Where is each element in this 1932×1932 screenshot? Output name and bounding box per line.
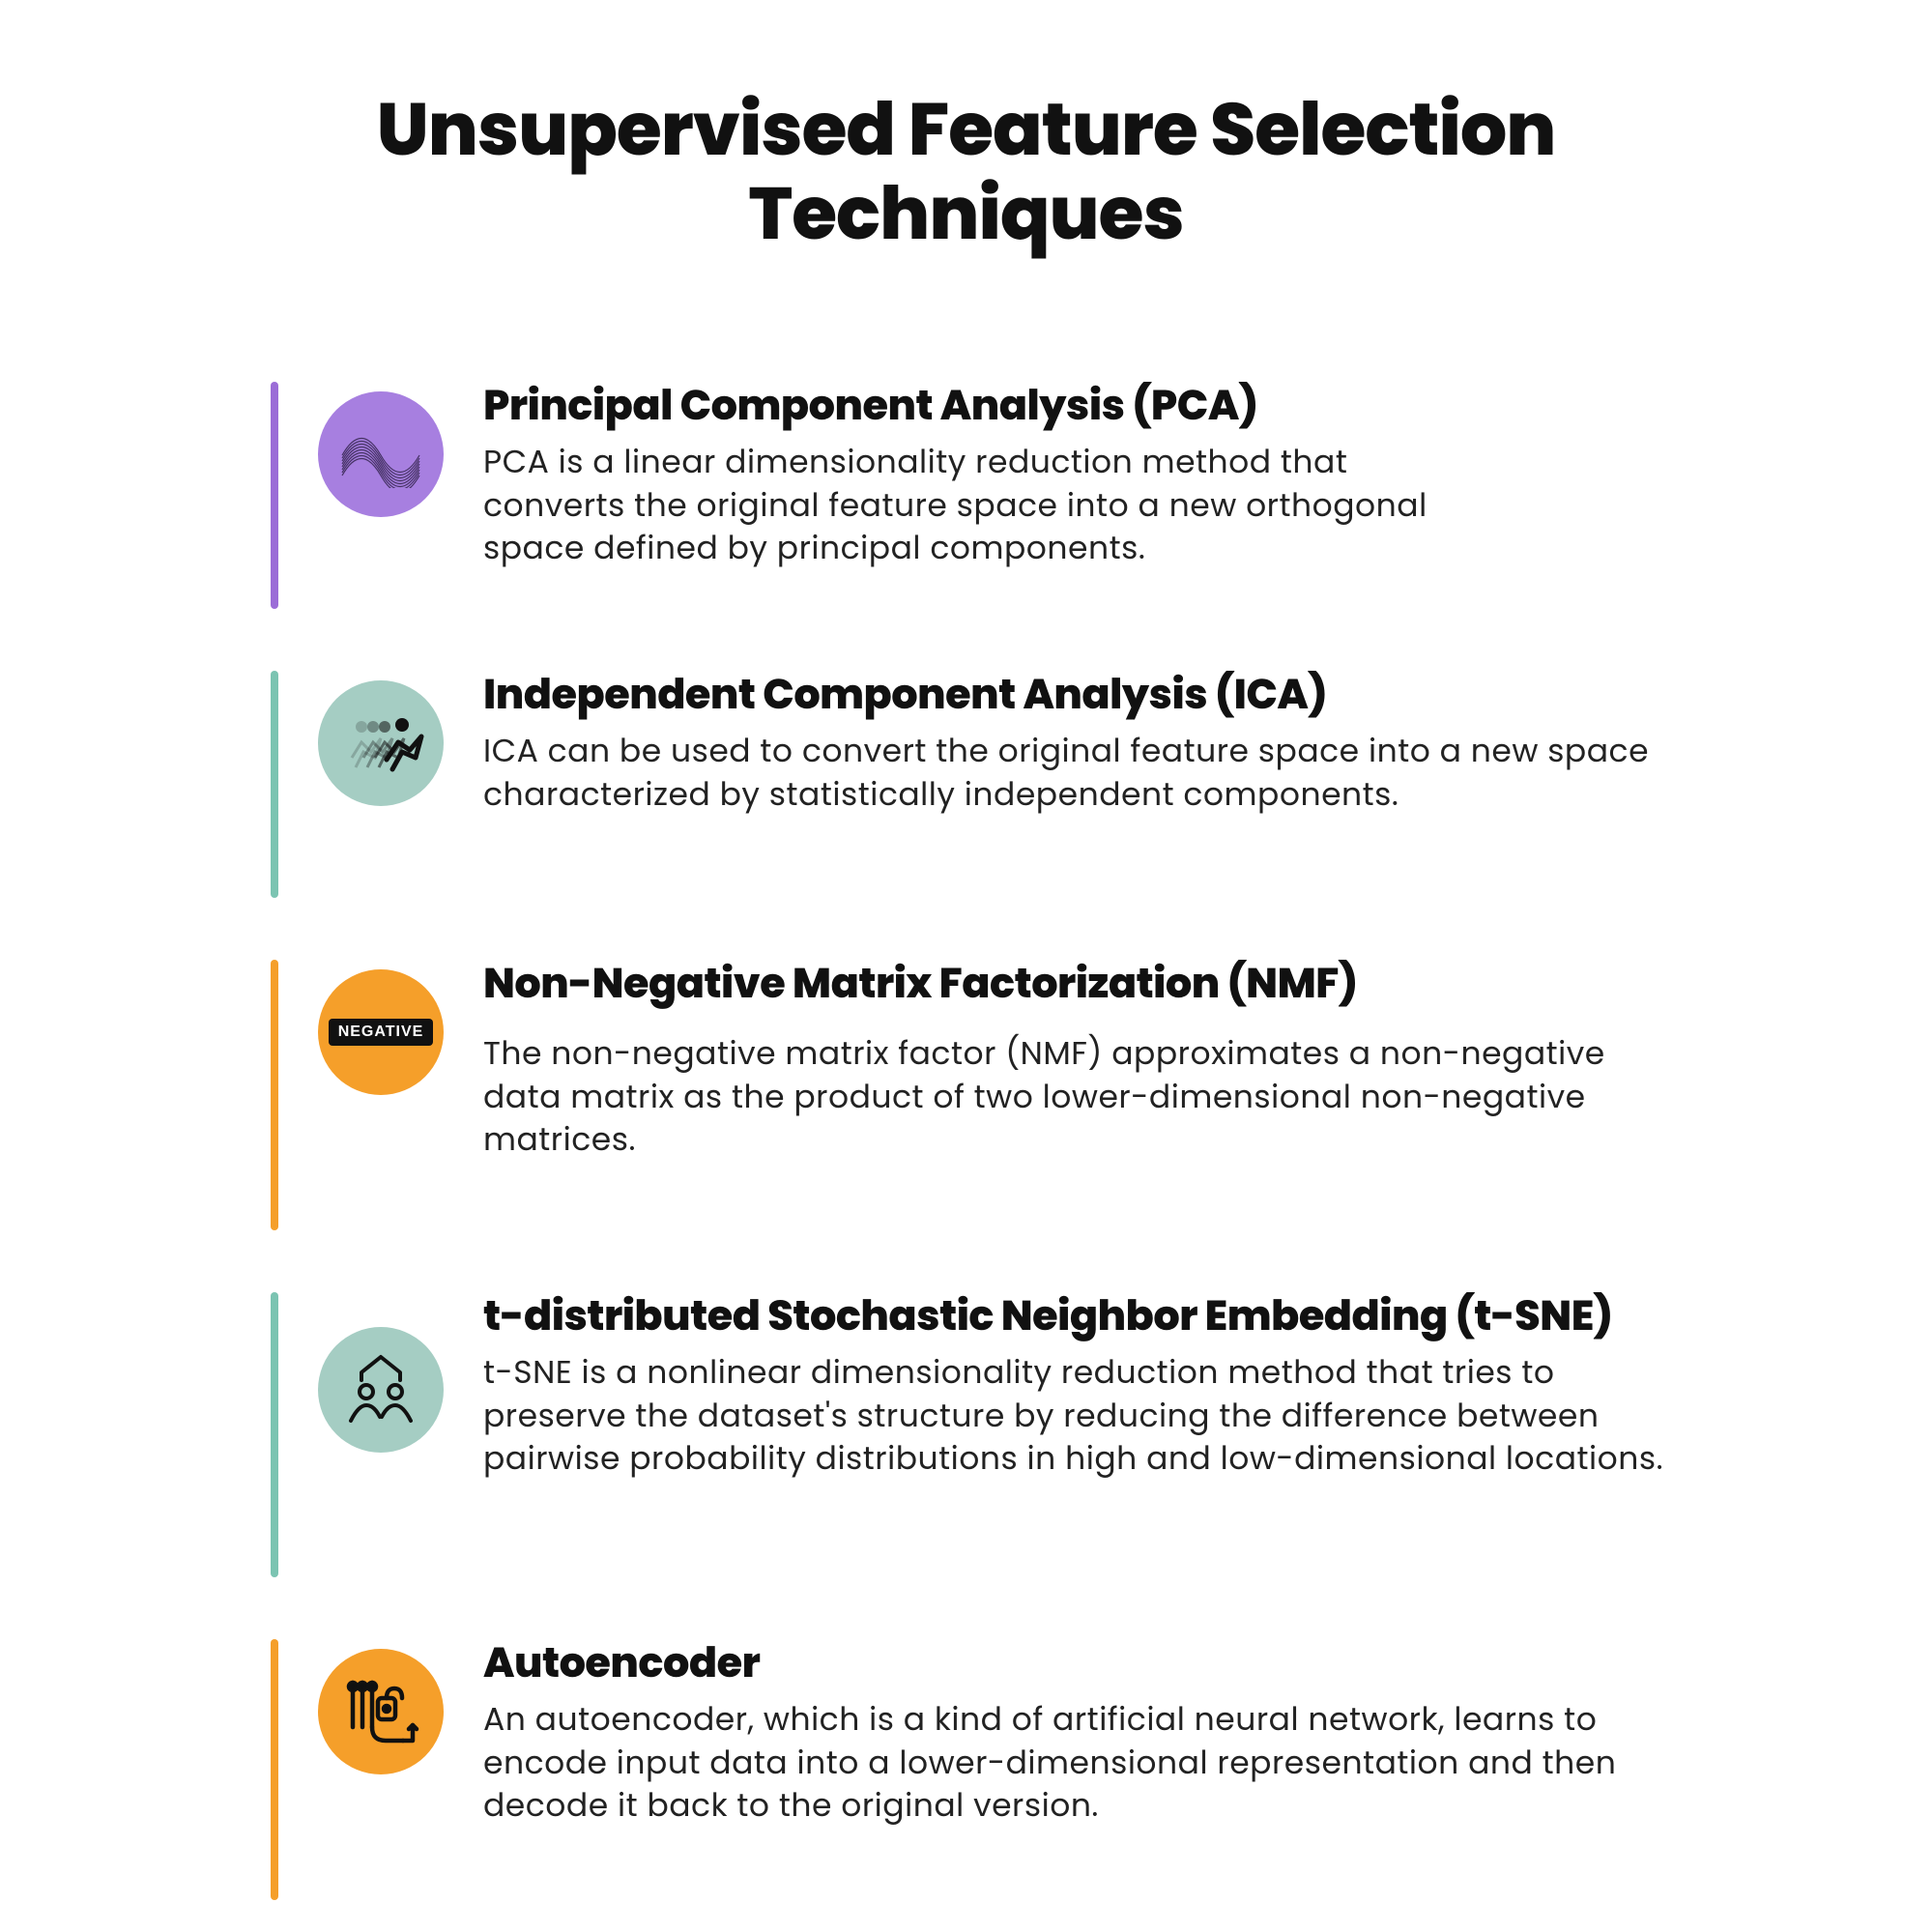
item-heading: Autoencoder xyxy=(483,1639,1691,1689)
icon-wrap xyxy=(313,1292,448,1453)
item-description: PCA is a linear dimensionality reduction… xyxy=(483,441,1469,570)
item-description: ICA can be used to convert the original … xyxy=(483,730,1691,816)
icon-wrap xyxy=(313,671,448,806)
list-item: Autoencoder An autoencoder, which is a k… xyxy=(271,1639,1758,1900)
technique-list: Principal Component Analysis (PCA) PCA i… xyxy=(271,382,1758,1900)
wave-icon xyxy=(318,391,444,517)
item-text: t-distributed Stochastic Neighbor Embedd… xyxy=(483,1292,1691,1481)
negative-badge-icon: NEGATIVE xyxy=(318,969,444,1095)
accent-bar xyxy=(271,671,278,898)
item-description: An autoencoder, which is a kind of artif… xyxy=(483,1698,1691,1828)
accent-bar xyxy=(271,1639,278,1900)
item-heading: Principal Component Analysis (PCA) xyxy=(483,382,1691,432)
list-item: NEGATIVE Non-Negative Matrix Factorizati… xyxy=(271,960,1758,1230)
item-heading: Independent Component Analysis (ICA) xyxy=(483,671,1691,721)
icon-wrap xyxy=(313,1639,448,1774)
item-text: Autoencoder An autoencoder, which is a k… xyxy=(483,1639,1691,1828)
item-description: The non-negative matrix factor (NMF) app… xyxy=(483,1032,1691,1162)
icon-wrap: NEGATIVE xyxy=(313,960,448,1095)
runner-icon xyxy=(318,680,444,806)
icon-wrap xyxy=(313,382,448,517)
list-item: t-distributed Stochastic Neighbor Embedd… xyxy=(271,1292,1758,1577)
accent-bar xyxy=(271,1292,278,1577)
negative-badge-label: NEGATIVE xyxy=(329,1019,434,1046)
item-description: t-SNE is a nonlinear dimensionality redu… xyxy=(483,1351,1691,1481)
autoencoder-icon xyxy=(318,1649,444,1774)
item-text: Principal Component Analysis (PCA) PCA i… xyxy=(483,382,1691,570)
neighbors-icon xyxy=(318,1327,444,1453)
accent-bar xyxy=(271,382,278,609)
accent-bar xyxy=(271,960,278,1230)
list-item: Independent Component Analysis (ICA) ICA… xyxy=(271,671,1758,898)
item-text: Independent Component Analysis (ICA) ICA… xyxy=(483,671,1691,817)
item-text: Non-Negative Matrix Factorization (NMF) … xyxy=(483,960,1691,1162)
item-heading: t-distributed Stochastic Neighbor Embedd… xyxy=(483,1292,1691,1342)
list-item: Principal Component Analysis (PCA) PCA i… xyxy=(271,382,1758,609)
page-title: Unsupervised Feature Selection Technique… xyxy=(193,87,1740,256)
item-heading: Non-Negative Matrix Factorization (NMF) xyxy=(483,960,1691,1010)
